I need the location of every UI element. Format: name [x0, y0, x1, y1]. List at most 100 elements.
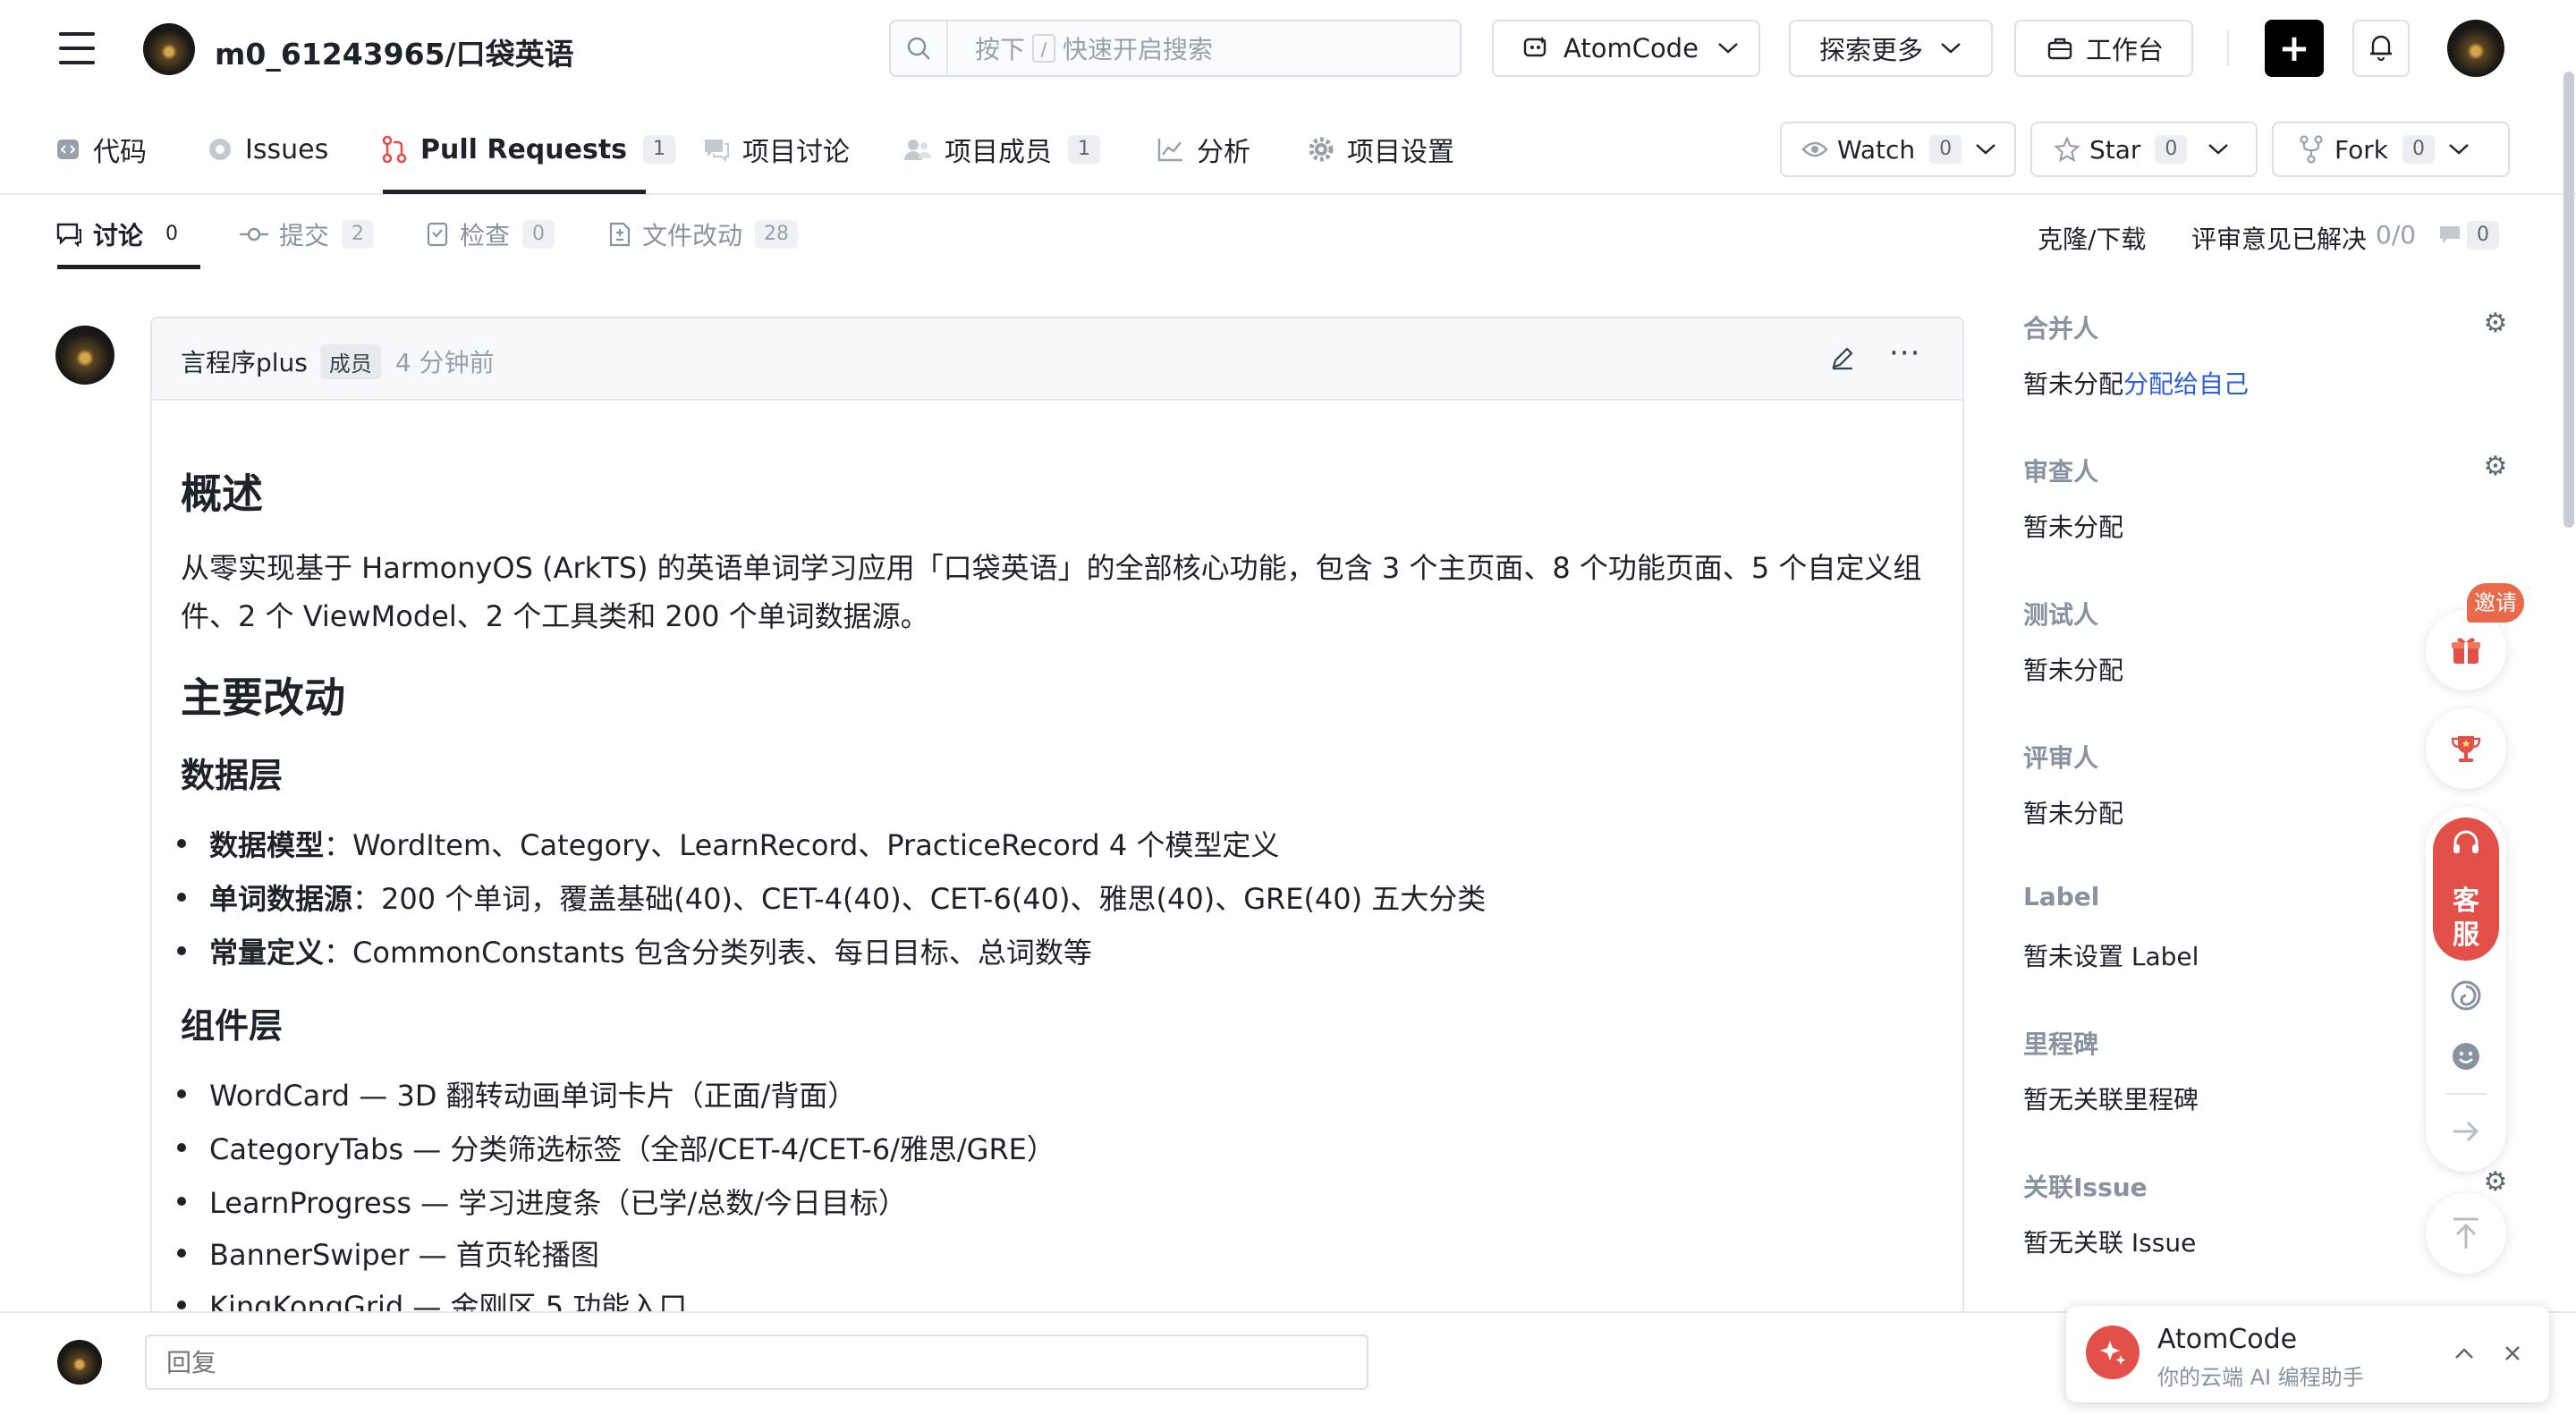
tab-discussions[interactable]: 项目讨论	[703, 127, 850, 172]
customer-service-button[interactable]: 客 服	[2433, 818, 2499, 961]
commenter-avatar[interactable]	[55, 326, 114, 385]
comment-icon	[55, 222, 82, 247]
assign-to-self-link[interactable]: 分配给自己	[2123, 369, 2249, 399]
list-item: 数据模型： WordItem、Category、LearnRecord、Pract…	[176, 823, 1280, 864]
notification-button[interactable]	[2352, 20, 2410, 77]
commit-icon	[240, 225, 268, 243]
watch-button[interactable]: Watch 0	[1780, 122, 2016, 177]
list-item: 单词数据源： 200 个单词，覆盖基础(40)、CET-4(40)、CET-6(4…	[176, 877, 1486, 918]
watch-count: 0	[1929, 135, 1962, 164]
merger-value: 暂未分配分配给自己	[2023, 365, 2249, 401]
watch-label: Watch	[1837, 134, 1916, 165]
linked-issue-label: 关联Issue	[2023, 1173, 2148, 1202]
comment-count: 0	[2467, 221, 2499, 250]
list-item: CategoryTabs — 分类筛选标签（全部/CET-4/CET-6/雅思/…	[177, 1127, 1055, 1168]
trophy-icon	[2450, 733, 2482, 765]
user-avatar[interactable]	[2447, 20, 2504, 77]
explore-more-dropdown[interactable]: 探索更多	[1789, 20, 1993, 77]
back-to-top-button[interactable]	[2426, 1193, 2506, 1274]
tab-issues-label: Issues	[245, 133, 329, 165]
list-item-bold: 单词数据源	[209, 882, 353, 916]
tab-pr-checks[interactable]: 检查 0	[426, 215, 555, 254]
tab-members[interactable]: 项目成员 1	[903, 127, 1100, 172]
list-item-text: WordItem、Category、LearnRecord、PracticeRe…	[352, 828, 1280, 862]
tab-pr-checks-label: 检查	[460, 221, 511, 250]
gift-icon	[2450, 635, 2482, 665]
bell-icon	[2368, 32, 2394, 64]
reviewer-settings-gear-icon[interactable]: ⚙	[2481, 453, 2510, 481]
heading-component-layer: 组件层	[181, 1006, 284, 1046]
chevron-up-icon[interactable]	[2451, 1340, 2478, 1367]
chevron-down-icon	[1939, 41, 1962, 55]
atomcode-assistant-popup[interactable]: AtomCode 你的云端 AI 编程助手	[2066, 1306, 2549, 1402]
star-icon	[2054, 136, 2080, 163]
edit-icon[interactable]	[1826, 342, 1859, 374]
pr-tabs-bar	[0, 195, 2576, 268]
tab-analytics[interactable]: 分析	[1157, 127, 1250, 172]
repo-avatar[interactable]	[143, 23, 195, 75]
fork-count: 0	[2402, 135, 2435, 164]
tab-pr-discussion[interactable]: 讨论 0	[55, 215, 189, 254]
arrow-right-icon[interactable]	[2449, 1114, 2483, 1148]
briefcase-icon	[2046, 36, 2073, 61]
page-scrollbar[interactable]	[2563, 72, 2574, 528]
chevron-down-icon[interactable]	[2207, 142, 2230, 157]
comment-author[interactable]: 言程序plus	[181, 343, 308, 379]
tab-code[interactable]: 代码	[55, 127, 147, 172]
chevron-down-icon[interactable]	[2447, 142, 2470, 157]
chart-icon	[1157, 137, 1184, 162]
resolved-value: 0/0	[2376, 220, 2417, 250]
repo-title[interactable]: m0_61243965/口袋英语	[215, 30, 574, 73]
smiley-icon[interactable]	[2449, 1039, 2483, 1073]
create-plus-button[interactable]: +	[2265, 20, 2324, 77]
list-item-bold: 常量定义	[209, 936, 325, 970]
tester-value: 暂未分配	[2023, 656, 2124, 685]
headset-icon	[2451, 830, 2481, 859]
milestone-label: 里程碑	[2023, 1029, 2099, 1059]
invite-badge[interactable]: 邀请	[2467, 583, 2524, 623]
tab-pr-files[interactable]: 文件改动 28	[608, 215, 799, 254]
gear-icon	[1308, 136, 1335, 163]
tab-members-label: 项目成员	[945, 137, 1052, 168]
tab-settings[interactable]: 项目设置	[1308, 127, 1454, 172]
tab-pr-commits[interactable]: 提交 2	[240, 215, 375, 254]
close-icon[interactable]	[2499, 1340, 2526, 1367]
chevron-down-icon[interactable]	[1974, 142, 1997, 157]
search-placeholder-prefix: 按下	[975, 35, 1026, 64]
members-icon	[903, 137, 932, 162]
menu-icon[interactable]	[59, 30, 97, 66]
active-tab-underline	[383, 190, 646, 194]
atomcode-popup-subtitle: 你的云端 AI 编程助手	[2157, 1365, 2364, 1390]
plus-icon: +	[2278, 26, 2310, 70]
swirl-icon[interactable]	[2449, 979, 2483, 1013]
tab-issues[interactable]: Issues	[208, 127, 328, 172]
reply-input[interactable]	[145, 1335, 1368, 1390]
comment-icon	[2438, 225, 2462, 246]
merger-settings-gear-icon[interactable]: ⚙	[2481, 309, 2510, 338]
tab-settings-label: 项目设置	[1347, 137, 1454, 168]
tab-pull-requests[interactable]: Pull Requests 1	[381, 127, 676, 172]
pull-requests-count: 1	[643, 135, 676, 164]
reviewer-label: 审查人	[2023, 457, 2099, 487]
search-icon	[891, 21, 948, 75]
file-diff-icon	[608, 221, 631, 248]
member-badge: 成员	[319, 343, 381, 379]
tester-label: 测试人	[2023, 600, 2099, 630]
fork-icon	[2299, 135, 2324, 164]
search-box[interactable]: 按下 / 快速开启搜索	[889, 20, 1462, 77]
trophy-button[interactable]	[2426, 708, 2506, 789]
more-options-icon[interactable]: ···	[1889, 338, 1921, 370]
workbench-button[interactable]: 工作台	[2014, 20, 2193, 77]
fork-button[interactable]: Fork 0	[2272, 122, 2510, 177]
pr-commits-count: 2	[342, 220, 375, 249]
issue-settings-gear-icon[interactable]: ⚙	[2481, 1168, 2510, 1197]
divider	[2445, 1093, 2487, 1095]
atomcode-dropdown[interactable]: AtomCode	[1492, 20, 1760, 77]
atomcode-logo-icon	[2086, 1326, 2140, 1379]
search-placeholder-hint: 快速开启搜索	[1063, 35, 1214, 64]
star-button[interactable]: Star 0	[2030, 122, 2258, 177]
pr-files-count: 28	[755, 220, 799, 249]
clone-download-link[interactable]: 克隆/下载	[2038, 220, 2146, 256]
tab-pr-discussion-label: 讨论	[93, 221, 144, 250]
workbench-label: 工作台	[2086, 35, 2165, 65]
